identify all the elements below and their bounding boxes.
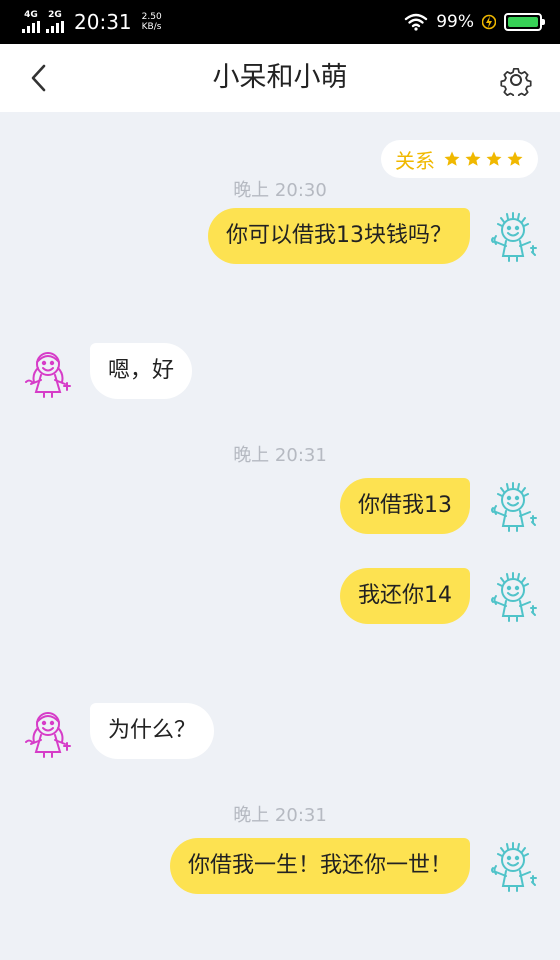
signal-4g-label: 4G [24, 10, 38, 20]
star-icon [465, 151, 481, 166]
gear-icon [500, 67, 532, 100]
signal-2g-label: 2G [48, 10, 62, 20]
charging-icon [482, 14, 496, 30]
message-bubble-received[interactable]: 嗯，好 [90, 343, 193, 399]
chat-title: 小呆和小萌 [212, 62, 348, 93]
signal-bars-icon [22, 21, 40, 33]
boy-avatar-icon[interactable] [488, 212, 540, 264]
boy-avatar-icon[interactable] [488, 482, 540, 534]
battery-percent: 99% [436, 12, 474, 32]
battery-level-fill [508, 17, 538, 27]
message-bubble-sent[interactable]: 你借我一生！我还你一世！ [169, 838, 470, 894]
message-bubble-sent[interactable]: 我还你14 [340, 568, 470, 624]
message-bubble-sent[interactable]: 你可以借我13块钱吗？ [208, 208, 470, 264]
message-bubble-received[interactable]: 为什么？ [90, 703, 215, 759]
relationship-label: 关系 [395, 148, 435, 173]
message-timestamp: 晚上 20:31 [233, 805, 327, 826]
status-time: 20:31 [74, 10, 132, 34]
star-icon [486, 151, 502, 166]
net-speed-value: 2.50 [141, 12, 162, 22]
relationship-badge[interactable]: 关系 [381, 140, 538, 178]
status-bar: 4G 2G 20:31 2.50 KB/s 99% [0, 0, 560, 44]
settings-button[interactable] [500, 64, 532, 100]
signal-bars-icon [46, 21, 64, 33]
star-icon [507, 151, 523, 166]
wifi-icon [405, 13, 428, 31]
battery-icon [504, 13, 545, 31]
message-timestamp: 晚上 20:31 [233, 445, 327, 466]
boy-avatar-icon[interactable] [488, 842, 540, 894]
chat-header: 小呆和小萌 [0, 44, 560, 112]
message-bubble-sent[interactable]: 你借我13 [340, 478, 470, 534]
net-speed: 2.50 KB/s [142, 12, 162, 32]
net-speed-unit: KB/s [141, 22, 162, 32]
relationship-stars [443, 150, 524, 168]
girl-avatar-icon[interactable] [22, 708, 74, 760]
star-icon [444, 151, 460, 166]
boy-avatar-icon[interactable] [488, 572, 540, 624]
signal-2g-indicator: 2G [46, 11, 64, 33]
girl-avatar-icon[interactable] [22, 348, 74, 400]
signal-4g-indicator: 4G [22, 11, 40, 33]
message-timestamp: 晚上 20:30 [233, 180, 327, 201]
